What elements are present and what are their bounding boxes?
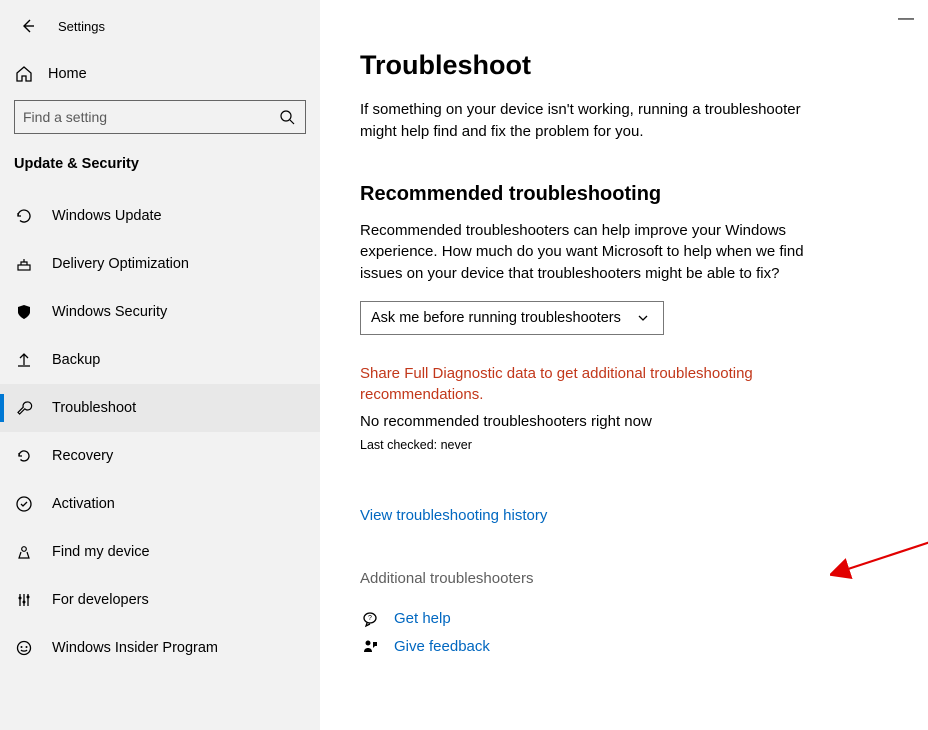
- feedback-icon: [360, 637, 380, 657]
- recommended-heading: Recommended troubleshooting: [360, 183, 888, 206]
- developer-icon: [14, 590, 34, 610]
- sidebar-item-label: Windows Insider Program: [52, 640, 218, 656]
- sidebar-item-activation[interactable]: Activation: [0, 480, 320, 528]
- section-title: Update & Security: [0, 152, 320, 192]
- sidebar-item-label: Backup: [52, 352, 100, 368]
- sidebar-item-find-device[interactable]: Find my device: [0, 528, 320, 576]
- sidebar-item-security[interactable]: Windows Security: [0, 288, 320, 336]
- sidebar-item-developers[interactable]: For developers: [0, 576, 320, 624]
- diagnostic-warning: Share Full Diagnostic data to get additi…: [360, 363, 810, 405]
- sidebar-item-label: Delivery Optimization: [52, 256, 189, 272]
- chevron-down-icon: [633, 308, 653, 328]
- sidebar-item-insider[interactable]: Windows Insider Program: [0, 624, 320, 672]
- intro-text: If something on your device isn't workin…: [360, 99, 830, 143]
- shield-icon: [14, 302, 34, 322]
- home-icon: [14, 64, 34, 84]
- sidebar-item-label: Activation: [52, 496, 115, 512]
- home-label: Home: [48, 66, 87, 82]
- search-input[interactable]: [23, 109, 277, 125]
- wrench-icon: [14, 398, 34, 418]
- recommended-text: Recommended troubleshooters can help imp…: [360, 220, 830, 285]
- sidebar-item-troubleshoot[interactable]: Troubleshoot: [0, 384, 320, 432]
- sidebar-item-label: Find my device: [52, 544, 150, 560]
- page-title: Troubleshoot: [360, 50, 888, 81]
- sidebar-item-delivery[interactable]: Delivery Optimization: [0, 240, 320, 288]
- sidebar-item-label: Windows Security: [52, 304, 167, 320]
- update-icon: [14, 206, 34, 226]
- check-circle-icon: [14, 494, 34, 514]
- sidebar-item-label: Troubleshoot: [52, 400, 136, 416]
- help-icon: ?: [360, 609, 380, 629]
- get-help-link[interactable]: Get help: [394, 610, 451, 627]
- delivery-icon: [14, 254, 34, 274]
- minimize-icon[interactable]: —: [898, 10, 914, 28]
- troubleshooter-select[interactable]: Ask me before running troubleshooters: [360, 301, 664, 335]
- sidebar: Settings Home Update & Security Windows …: [0, 0, 320, 730]
- home-nav[interactable]: Home: [0, 54, 320, 94]
- search-icon: [277, 107, 297, 127]
- search-box[interactable]: [14, 100, 306, 134]
- select-value: Ask me before running troubleshooters: [371, 310, 621, 326]
- nav-list: Windows Update Delivery Optimization Win…: [0, 192, 320, 672]
- svg-text:?: ?: [368, 615, 372, 622]
- sidebar-item-recovery[interactable]: Recovery: [0, 432, 320, 480]
- additional-heading[interactable]: Additional troubleshooters: [360, 570, 888, 587]
- recovery-icon: [14, 446, 34, 466]
- main-content: — Troubleshoot If something on your devi…: [320, 0, 928, 730]
- last-checked-text: Last checked: never: [360, 438, 888, 452]
- location-icon: [14, 542, 34, 562]
- back-button[interactable]: [12, 10, 44, 42]
- sidebar-item-backup[interactable]: Backup: [0, 336, 320, 384]
- feedback-row[interactable]: Give feedback: [360, 637, 888, 657]
- sidebar-item-label: Recovery: [52, 448, 113, 464]
- title-bar: Settings: [0, 6, 320, 54]
- insider-icon: [14, 638, 34, 658]
- sidebar-item-windows-update[interactable]: Windows Update: [0, 192, 320, 240]
- history-link[interactable]: View troubleshooting history: [360, 507, 888, 524]
- backup-icon: [14, 350, 34, 370]
- back-arrow-icon: [18, 16, 38, 36]
- sidebar-item-label: For developers: [52, 592, 149, 608]
- get-help-row[interactable]: ? Get help: [360, 609, 888, 629]
- no-recommended-text: No recommended troubleshooters right now: [360, 413, 888, 430]
- window-title: Settings: [58, 19, 105, 34]
- feedback-link[interactable]: Give feedback: [394, 638, 490, 655]
- sidebar-item-label: Windows Update: [52, 208, 162, 224]
